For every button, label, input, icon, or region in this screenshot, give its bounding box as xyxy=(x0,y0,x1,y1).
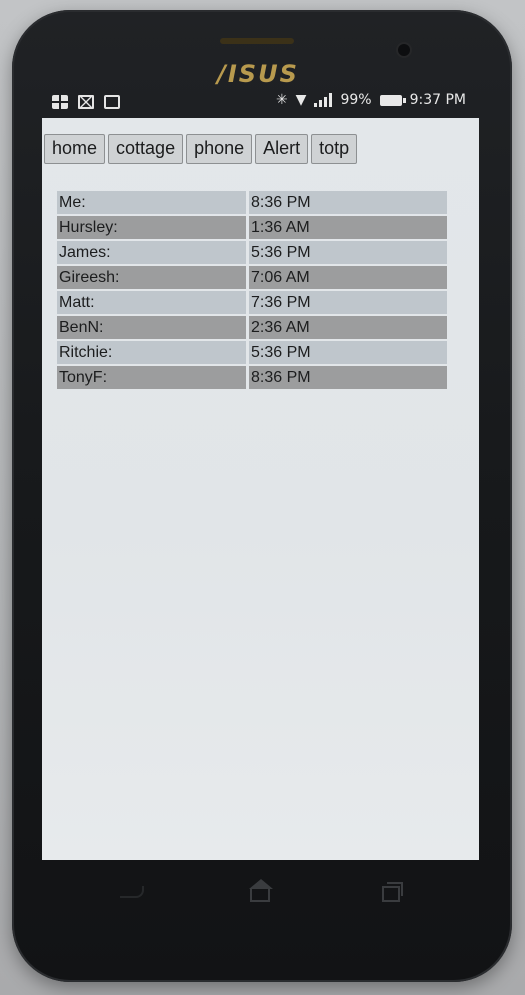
gmail-icon xyxy=(78,95,94,109)
notification-icons xyxy=(52,95,120,109)
local-time: 2:36 AM xyxy=(249,316,447,339)
tab-bar: home cottage phone Alert totp xyxy=(42,134,358,164)
tab-totp[interactable]: totp xyxy=(311,134,358,164)
signal-icon xyxy=(314,93,333,107)
local-time: 7:06 AM xyxy=(249,266,447,289)
home-button[interactable] xyxy=(249,879,273,902)
local-time: 8:36 PM xyxy=(249,366,447,389)
wifi-icon: ▼ xyxy=(295,92,307,108)
bluetooth-icon: ✳ xyxy=(275,92,288,108)
table-row: Matt: 7:36 PM xyxy=(57,291,449,314)
recent-apps-button[interactable] xyxy=(382,880,403,902)
local-time: 5:36 PM xyxy=(249,241,447,264)
local-time: 5:36 PM xyxy=(249,341,447,364)
person-name: TonyF: xyxy=(57,366,246,389)
tab-phone[interactable]: phone xyxy=(186,134,253,164)
tab-alert[interactable]: Alert xyxy=(255,134,309,164)
tab-cottage[interactable]: cottage xyxy=(108,134,184,164)
recent-apps-icon xyxy=(382,882,403,902)
status-time: 9:37 PM xyxy=(409,92,466,108)
status-bar: ✳ ▼ 99% 9:37 PM xyxy=(42,90,474,118)
table-row: TonyF: 8:36 PM xyxy=(57,366,449,389)
local-time: 1:36 AM xyxy=(249,216,447,239)
table-row: BenN: 2:36 AM xyxy=(57,316,449,339)
home-icon xyxy=(249,879,273,902)
battery-percent: 99% xyxy=(340,92,372,108)
table-row: Ritchie: 5:36 PM xyxy=(57,341,449,364)
briefcase-icon xyxy=(104,95,120,109)
local-time: 8:36 PM xyxy=(249,191,447,214)
tab-home[interactable]: home xyxy=(44,134,106,164)
person-name: Me: xyxy=(57,191,246,214)
timezone-table: Me: 8:36 PM Hursley: 1:36 AM James: 5:36… xyxy=(57,191,449,391)
person-name: Hursley: xyxy=(57,216,246,239)
person-name: James: xyxy=(57,241,246,264)
nav-bar xyxy=(42,862,479,922)
person-name: Matt: xyxy=(57,291,246,314)
local-time: 7:36 PM xyxy=(249,291,447,314)
table-row: Gireesh: 7:06 AM xyxy=(57,266,449,289)
table-row: James: 5:36 PM xyxy=(57,241,449,264)
back-icon xyxy=(120,886,144,898)
person-name: BenN: xyxy=(57,316,246,339)
battery-icon xyxy=(379,94,406,106)
earpiece-speaker xyxy=(220,38,294,44)
front-camera xyxy=(398,44,410,56)
table-row: Me: 8:36 PM xyxy=(57,191,449,214)
brand-logo: /ISUS xyxy=(217,60,299,88)
table-row: Hursley: 1:36 AM xyxy=(57,216,449,239)
back-button[interactable] xyxy=(120,880,144,898)
flipboard-icon xyxy=(52,95,68,109)
app-screen: home cottage phone Alert totp Me: 8:36 P… xyxy=(42,118,479,860)
system-icons: ✳ ▼ 99% 9:37 PM xyxy=(276,92,466,108)
person-name: Gireesh: xyxy=(57,266,246,289)
person-name: Ritchie: xyxy=(57,341,246,364)
